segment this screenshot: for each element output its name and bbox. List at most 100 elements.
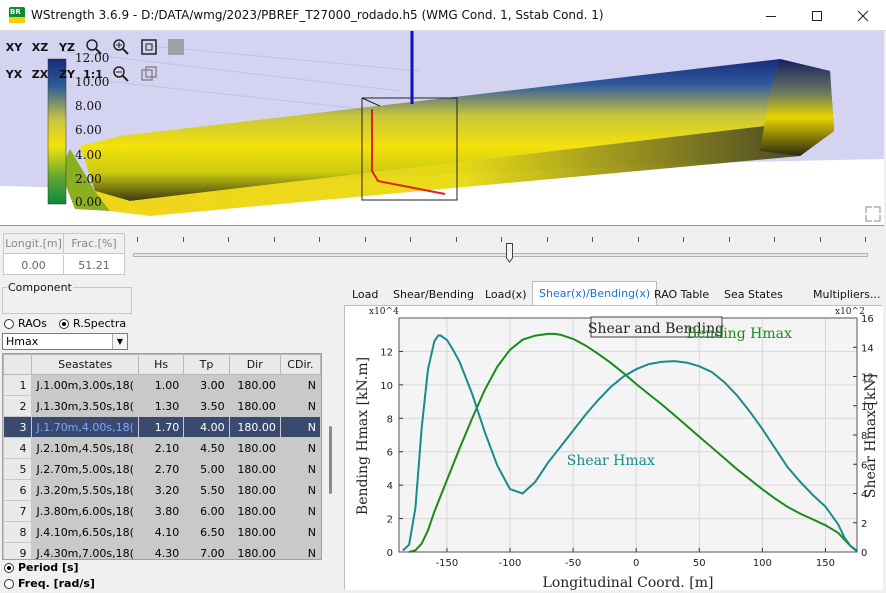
table-row[interactable]: 3 J.1.70m,4.00s,18(1.70 4.00 180.00 N [3, 416, 321, 438]
cdir-cell[interactable]: N [279, 479, 321, 501]
rspectra-radio[interactable]: R.Spectra [59, 317, 126, 330]
cdir-cell[interactable]: N [279, 395, 321, 417]
row-number[interactable]: 5 [3, 458, 33, 480]
row-number[interactable]: 6 [3, 479, 33, 501]
row-number[interactable]: 8 [3, 521, 33, 543]
hs-cell[interactable]: 4.10 [137, 521, 185, 543]
hs-cell[interactable]: 1.00 [137, 374, 185, 396]
component-dropdown[interactable]: Hmax ▼ [2, 333, 128, 350]
zoom-button[interactable] [83, 37, 105, 57]
cdir-cell[interactable]: N [279, 458, 321, 480]
close-button[interactable] [840, 0, 886, 31]
cdir-cell[interactable]: N [279, 500, 321, 522]
shear-bending-chart[interactable]: -150 -100 -50 0 50 100 15002468101202468101214… [345, 306, 883, 590]
cdir-cell[interactable]: N [279, 416, 321, 438]
hs-cell[interactable]: 1.70 [137, 416, 185, 438]
hs-cell[interactable]: 3.20 [137, 479, 185, 501]
chevron-down-icon[interactable]: ▼ [112, 334, 127, 349]
hs-cell[interactable]: 3.80 [137, 500, 185, 522]
tp-cell[interactable]: 4.00 [183, 416, 230, 438]
color-square-button[interactable] [165, 37, 187, 57]
tab-shear-bending[interactable]: Shear/Bending [393, 283, 474, 305]
position-slider-thumb[interactable] [505, 243, 513, 263]
3d-viewport[interactable]: 12.00 10.00 8.00 6.00 4.00 2.00 0.00 XY … [0, 31, 884, 226]
tp-cell[interactable]: 3.50 [183, 395, 230, 417]
tab-load[interactable]: Load [352, 283, 378, 305]
table-header[interactable]: Tp [183, 354, 230, 375]
seastate-name[interactable]: J.1.00m,3.00s,18( [31, 374, 139, 396]
tab-shear-x-bending-x[interactable]: Shear(x)/Bending(x) [532, 281, 658, 305]
tp-cell[interactable]: 6.50 [183, 521, 230, 543]
seastate-name[interactable]: J.1.30m,3.50s,18( [31, 395, 139, 417]
dir-cell[interactable]: 180.00 [228, 395, 281, 417]
period-radio[interactable]: Period [s] [4, 561, 79, 574]
freq-radio[interactable]: Freq. [rad/s] [4, 577, 95, 590]
aspect-1-1-button[interactable]: 1:1 [82, 64, 104, 84]
tp-cell[interactable]: 6.00 [183, 500, 230, 522]
tp-cell[interactable]: 4.50 [183, 437, 230, 459]
raos-radio[interactable]: RAOs [4, 317, 47, 330]
view-xy-button[interactable]: XY [3, 37, 25, 57]
dir-cell[interactable]: 180.00 [228, 416, 281, 438]
seastate-name[interactable]: J.2.70m,5.00s,18( [31, 458, 139, 480]
table-header[interactable]: Dir [228, 354, 281, 375]
perspective-button[interactable] [138, 64, 160, 84]
dir-cell[interactable]: 180.00 [228, 374, 281, 396]
seastate-name[interactable]: J.3.80m,6.00s,18( [31, 500, 139, 522]
hs-cell[interactable]: 1.30 [137, 395, 185, 417]
cdir-cell[interactable]: N [279, 521, 321, 543]
row-number[interactable]: 9 [3, 542, 33, 559]
frac-value[interactable]: 51.21 [64, 255, 124, 275]
cdir-cell[interactable]: N [279, 542, 321, 559]
tab-rao-table[interactable]: RAO Table [654, 283, 709, 305]
table-header[interactable]: Hs [137, 354, 185, 375]
row-number[interactable]: 7 [3, 500, 33, 522]
maximize-button[interactable] [794, 0, 840, 31]
dir-cell[interactable]: 180.00 [228, 521, 281, 543]
tp-cell[interactable]: 7.00 [183, 542, 230, 559]
seastate-name[interactable]: J.3.20m,5.50s,18( [31, 479, 139, 501]
tp-cell[interactable]: 5.50 [183, 479, 230, 501]
minimize-button[interactable] [748, 0, 794, 31]
seastate-name[interactable]: J.1.70m,4.00s,18( [31, 416, 139, 438]
tp-cell[interactable]: 5.00 [183, 458, 230, 480]
view-yz-button[interactable]: YZ [56, 37, 78, 57]
view-zx-button[interactable]: ZX [29, 64, 51, 84]
row-number[interactable]: 3 [3, 416, 33, 438]
row-number[interactable]: 2 [3, 395, 33, 417]
hull-scene[interactable] [0, 31, 884, 226]
table-row[interactable]: 8 J.4.10m,6.50s,18(4.10 6.50 180.00 N [3, 521, 321, 543]
hs-cell[interactable]: 4.30 [137, 542, 185, 559]
tab-multipliers[interactable]: Multipliers... [813, 283, 881, 305]
seastate-name[interactable]: J.4.30m,7.00s,18( [31, 542, 139, 559]
row-number[interactable]: 1 [3, 374, 33, 396]
table-scrollbar[interactable] [329, 426, 332, 494]
tab-load-x[interactable]: Load(x) [485, 283, 526, 305]
fit-view-button[interactable] [138, 37, 160, 57]
cdir-cell[interactable]: N [279, 437, 321, 459]
tp-cell[interactable]: 3.00 [183, 374, 230, 396]
zoom-out-button[interactable] [110, 64, 132, 84]
tab-sea-states[interactable]: Sea States [724, 283, 783, 305]
hs-cell[interactable]: 2.70 [137, 458, 185, 480]
zoom-in-button[interactable] [110, 37, 132, 57]
row-number[interactable]: 4 [3, 437, 33, 459]
table-row[interactable]: 7 J.3.80m,6.00s,18(3.80 6.00 180.00 N [3, 500, 321, 522]
view-zy-button[interactable]: ZY [56, 64, 78, 84]
dir-cell[interactable]: 180.00 [228, 458, 281, 480]
seastate-name[interactable]: J.4.10m,6.50s,18( [31, 521, 139, 543]
dir-cell[interactable]: 180.00 [228, 437, 281, 459]
table-header[interactable]: CDir. [279, 354, 321, 375]
dir-cell[interactable]: 180.00 [228, 479, 281, 501]
table-row[interactable]: 9 J.4.30m,7.00s,18(4.30 7.00 180.00 N [3, 542, 321, 559]
hs-cell[interactable]: 2.10 [137, 437, 185, 459]
view-xz-button[interactable]: XZ [29, 37, 51, 57]
seastate-name[interactable]: J.2.10m,4.50s,18( [31, 437, 139, 459]
table-row[interactable]: 2 J.1.30m,3.50s,18(1.30 3.50 180.00 N [3, 395, 321, 417]
dir-cell[interactable]: 180.00 [228, 542, 281, 559]
position-slider-track[interactable] [133, 253, 868, 257]
table-row[interactable]: 6 J.3.20m,5.50s,18(3.20 5.50 180.00 N [3, 479, 321, 501]
dir-cell[interactable]: 180.00 [228, 500, 281, 522]
table-row[interactable]: 4 J.2.10m,4.50s,18(2.10 4.50 180.00 N [3, 437, 321, 459]
cdir-cell[interactable]: N [279, 374, 321, 396]
